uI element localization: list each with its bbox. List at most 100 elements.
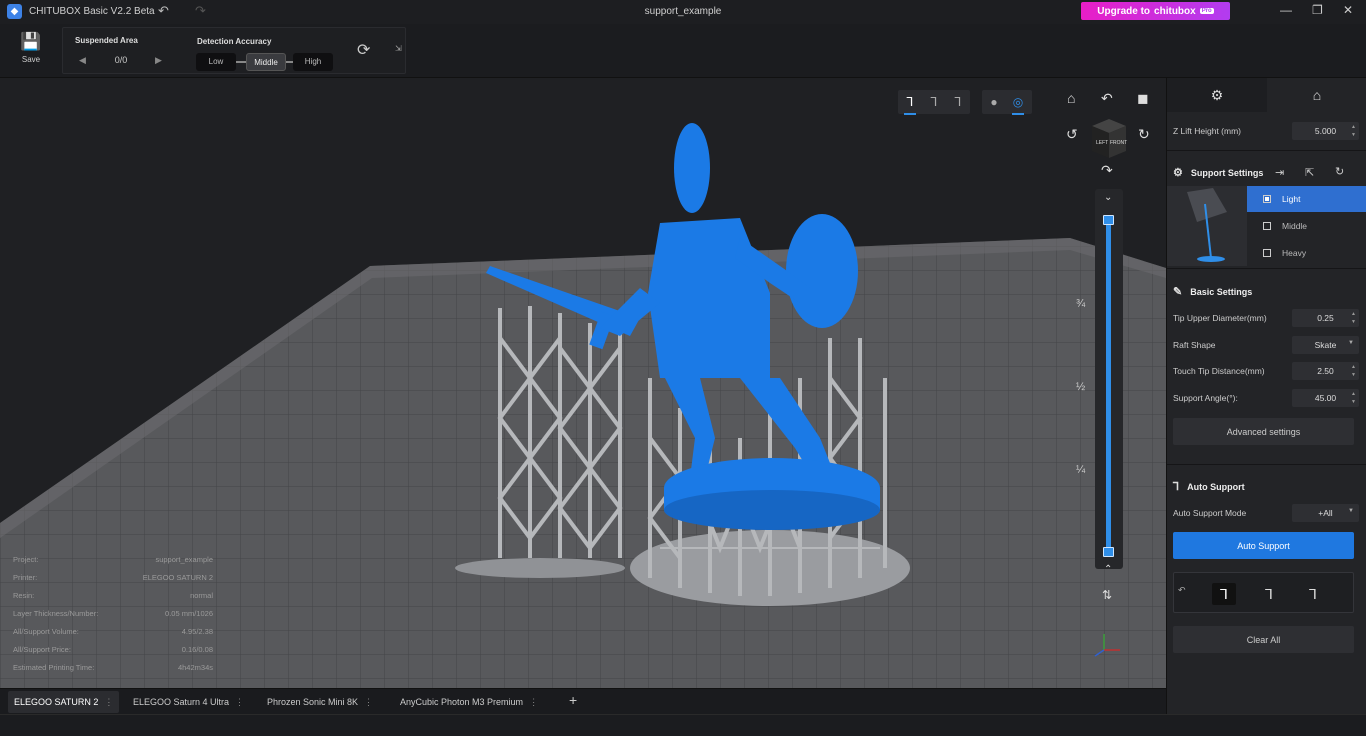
3d-viewport[interactable]: ⅂ ⅂ ⅂ ● ◎ ⌂ ↶ ◼ ↺ ↻ ↷ LEFT FRONT ⌄ ¾ ½ ¼… xyxy=(0,78,1166,688)
solid-sphere-icon[interactable]: ● xyxy=(982,95,1006,109)
save-button[interactable]: 💾 Save xyxy=(14,32,48,64)
preset-light[interactable]: Light xyxy=(1247,186,1366,212)
support-tilt-icon[interactable]: ⅂ xyxy=(922,95,946,109)
upgrade-button[interactable]: Upgrade to chitubox Pro xyxy=(1081,2,1230,20)
document-gear-icon: ⚙ xyxy=(1210,86,1224,103)
auto-mode-select[interactable]: +All ▼ xyxy=(1292,504,1359,522)
preset-middle[interactable]: Middle xyxy=(1247,213,1366,239)
printer-tab-label: ELEGOO SATURN 2 xyxy=(14,697,99,707)
shading-toolbar: ● ◎ xyxy=(982,90,1032,115)
support-angle-input[interactable]: 45.00 ▲ ▼ xyxy=(1292,389,1359,407)
info-row: Layer Thickness/Number: 0.05 mm/1026 xyxy=(13,609,213,627)
clear-all-button[interactable]: Clear All xyxy=(1173,626,1354,653)
info-row: All/Support Price: 0.16/0.08 xyxy=(13,645,213,663)
support-preview-graphic xyxy=(1187,188,1227,262)
rotate-left-icon[interactable]: ↺ xyxy=(1066,126,1078,143)
spinner-arrows-icon[interactable]: ▲ ▼ xyxy=(1351,123,1356,139)
info-label: All/Support Price: xyxy=(13,645,71,654)
printer-tab-label: AnyCubic Photon M3 Premium xyxy=(400,697,524,707)
status-bar xyxy=(0,714,1366,736)
undo-support-icon[interactable]: ↶ xyxy=(1178,585,1186,596)
chevron-down-icon: ▼ xyxy=(1348,340,1354,346)
tip-upper-input[interactable]: 0.25 ▲ ▼ xyxy=(1292,309,1359,327)
rotate-right-icon[interactable]: ↻ xyxy=(1138,126,1150,143)
printer-tab[interactable]: ELEGOO SATURN 2 ⋮ xyxy=(8,691,120,713)
accuracy-middle-button[interactable]: Middle xyxy=(246,53,286,71)
auto-support-header: ⅂ Auto Support xyxy=(1173,480,1245,493)
reset-icon[interactable]: ↻ xyxy=(1335,165,1344,178)
spinner-arrows-icon[interactable]: ▲ ▼ xyxy=(1351,310,1356,326)
minimize-icon[interactable]: — xyxy=(1280,3,1292,17)
raft-shape-select[interactable]: Skate ▼ xyxy=(1292,336,1359,354)
rotate-down-icon[interactable]: ↷ xyxy=(1101,162,1113,179)
support-tools: ↶ ⅂ ⅂ ⅂ xyxy=(1173,572,1354,613)
export-icon[interactable]: ⇱ xyxy=(1305,166,1314,179)
auto-support-button[interactable]: Auto Support xyxy=(1173,532,1354,559)
tab-print-settings[interactable]: ⚙ xyxy=(1167,78,1267,112)
raft-shape-label: Raft Shape xyxy=(1173,340,1216,350)
preset-label: Middle xyxy=(1282,221,1308,231)
preset-heavy[interactable]: Heavy xyxy=(1247,240,1366,266)
touch-tip-input[interactable]: 2.50 ▲ ▼ xyxy=(1292,362,1359,380)
tip-upper-value: 0.25 xyxy=(1317,313,1334,323)
accuracy-low-button[interactable]: Low xyxy=(196,53,236,71)
basic-settings-label: Basic Settings xyxy=(1190,286,1253,297)
model-shield xyxy=(786,214,858,328)
layer-slider-top-handle[interactable] xyxy=(1103,215,1114,225)
printer-tab[interactable]: ELEGOO Saturn 4 Ultra ⋮ xyxy=(127,691,250,713)
iso-view-icon[interactable]: ◼ xyxy=(1137,90,1149,107)
restore-icon[interactable]: ❐ xyxy=(1312,3,1323,17)
spinner-arrows-icon[interactable]: ▲ ▼ xyxy=(1351,363,1356,379)
printer-tab[interactable]: AnyCubic Photon M3 Premium ⋮ xyxy=(394,691,544,713)
more-options-icon[interactable]: ⋮ xyxy=(364,697,373,707)
layer-swap-icon[interactable]: ⇅ xyxy=(1102,588,1112,602)
support-hide-icon[interactable]: ⅂ xyxy=(946,95,970,109)
info-value: ELEGOO SATURN 2 xyxy=(142,573,213,582)
close-icon[interactable]: ✕ xyxy=(1343,3,1353,17)
more-options-icon[interactable]: ⋮ xyxy=(104,697,113,707)
info-value: 4h42m34s xyxy=(177,663,213,672)
rotate-up-icon[interactable]: ↶ xyxy=(1101,90,1113,107)
home-view-icon[interactable]: ⌂ xyxy=(1067,90,1075,106)
z-lift-label: Z Lift Height (mm) xyxy=(1173,126,1242,136)
layer-slider-bottom-handle[interactable] xyxy=(1103,547,1114,557)
z-lift-input[interactable]: 5.000 ▲ ▼ xyxy=(1292,122,1359,140)
printer-tab-bar: ELEGOO SATURN 2 ⋮ ELEGOO Saturn 4 Ultra ⋮ … xyxy=(0,688,1166,714)
magic-wand-icon: ✎ xyxy=(1173,286,1183,298)
printer-tab[interactable]: Phrozen Sonic Mini 8K ⋮ xyxy=(261,691,379,713)
prev-arrow-icon[interactable]: ◀ xyxy=(79,55,86,66)
z-lift-row: Z Lift Height (mm) 5.000 ▲ ▼ xyxy=(1173,121,1359,141)
navigation-cube[interactable]: LEFT FRONT xyxy=(1086,116,1132,162)
collapse-icon[interactable]: ⇲ xyxy=(395,44,402,53)
support-view-icon[interactable]: ⅂ xyxy=(898,95,922,115)
spinner-arrows-icon[interactable]: ▲ ▼ xyxy=(1351,390,1356,406)
suspended-area-label: Suspended Area xyxy=(75,36,138,45)
refresh-icon[interactable]: ⟳ xyxy=(357,40,370,60)
advanced-settings-button[interactable]: Advanced settings xyxy=(1173,418,1354,445)
tip-upper-row: Tip Upper Diameter(mm) 0.25 ▲ ▼ xyxy=(1173,308,1359,328)
add-printer-icon[interactable]: + xyxy=(569,692,577,708)
add-support-icon[interactable]: ⅂ xyxy=(1212,583,1236,605)
support-tree-icon[interactable]: ⅂ xyxy=(1257,583,1281,605)
auto-mode-row: Auto Support Mode +All ▼ xyxy=(1173,503,1359,523)
more-options-icon[interactable]: ⋮ xyxy=(235,697,244,707)
slider-expand-chevron-icon[interactable]: ⌃ xyxy=(1104,564,1112,575)
support-angle-label: Support Angle(°): xyxy=(1173,393,1238,403)
xray-sphere-icon[interactable]: ◎ xyxy=(1006,95,1030,115)
next-arrow-icon[interactable]: ▶ xyxy=(155,55,162,66)
more-options-icon[interactable]: ⋮ xyxy=(529,697,538,707)
slider-collapse-chevron-icon[interactable]: ⌄ xyxy=(1104,192,1112,203)
import-icon[interactable]: ⇥ xyxy=(1275,166,1284,179)
model-torso xyxy=(648,218,770,378)
support-brace-icon[interactable]: ⅂ xyxy=(1301,583,1325,605)
floppy-disk-icon: 💾 xyxy=(20,32,42,51)
checkbox-icon xyxy=(1263,222,1271,230)
tab-support[interactable]: ⌂ xyxy=(1267,78,1366,112)
support-view-toolbar: ⅂ ⅂ ⅂ xyxy=(898,90,970,115)
upgrade-brand: chitubox xyxy=(1154,5,1196,17)
accuracy-high-button[interactable]: High xyxy=(293,53,333,71)
info-value: support_example xyxy=(155,555,213,564)
layer-slider-track[interactable] xyxy=(1106,220,1111,552)
touch-tip-label: Touch Tip Distance(mm) xyxy=(1173,366,1265,376)
auto-support-label: Auto Support xyxy=(1187,481,1245,492)
